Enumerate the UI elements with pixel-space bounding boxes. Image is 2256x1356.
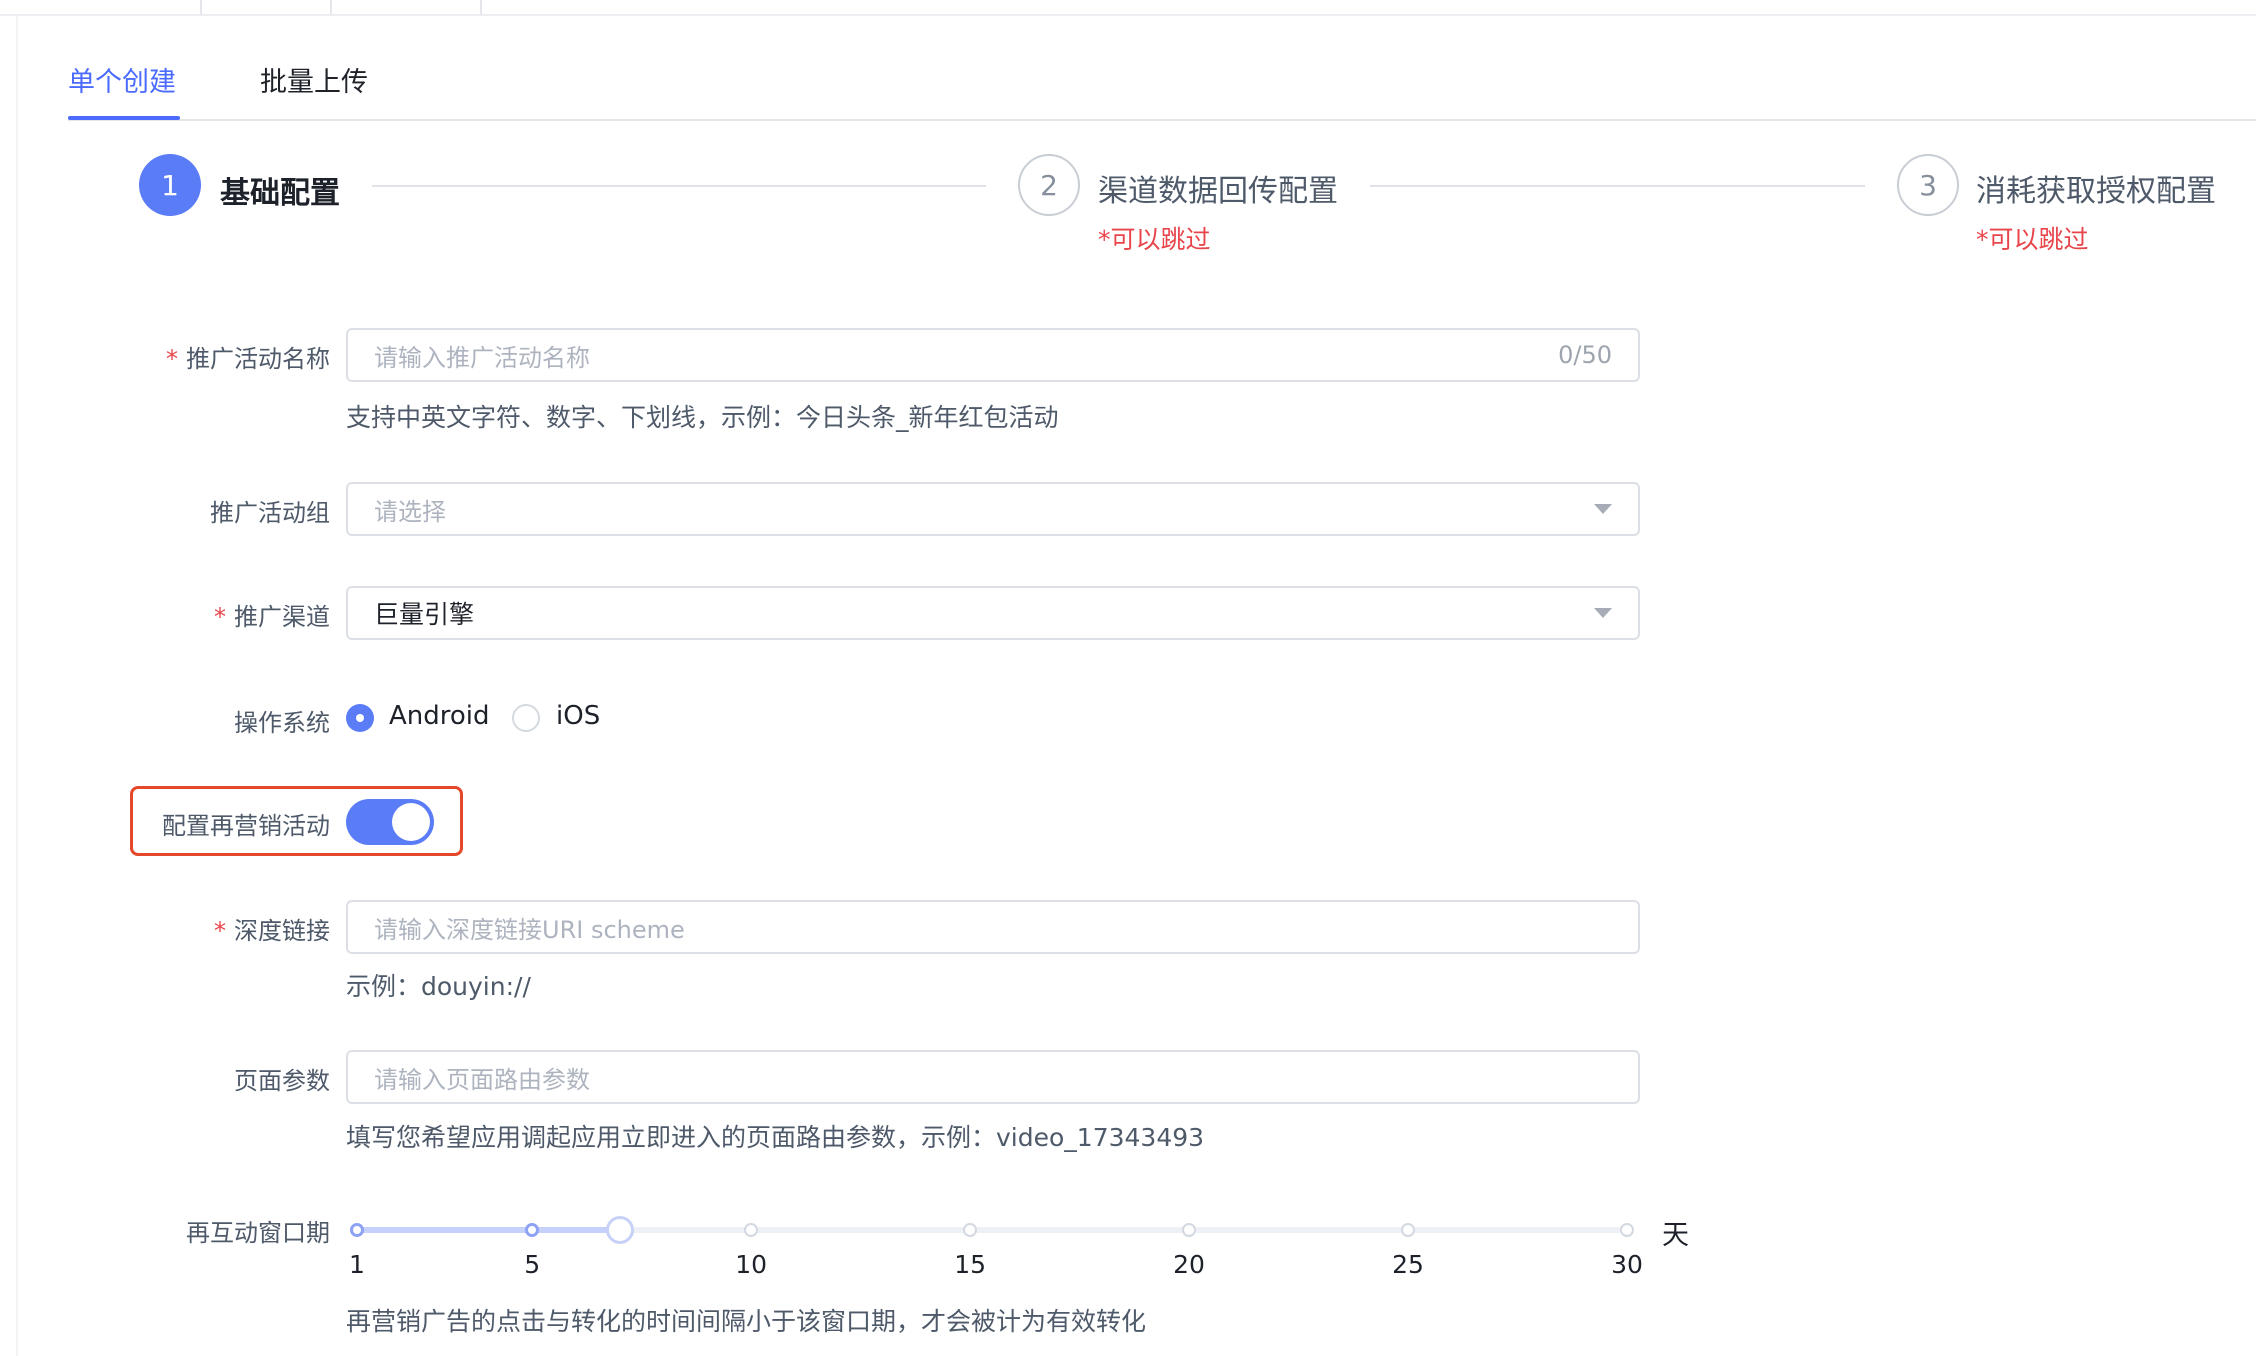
slider-stop-dot[interactable] xyxy=(963,1223,978,1237)
step-connector xyxy=(1370,185,1865,187)
slider-mark-label: 30 xyxy=(1611,1250,1643,1279)
radio-android[interactable] xyxy=(346,704,374,732)
content-left-border xyxy=(16,16,18,1356)
campaign-group-select[interactable]: 请选择 xyxy=(346,482,1640,536)
window-period-label: 再互动窗口期 xyxy=(186,1219,330,1247)
step-1-circle: 1 xyxy=(139,154,201,216)
top-tab-divider xyxy=(480,0,482,14)
top-tab-divider xyxy=(330,0,332,14)
page-params-placeholder: 请输入页面路由参数 xyxy=(374,1065,590,1094)
top-tab-divider xyxy=(200,0,202,14)
deep-link-hint: 示例：douyin:// xyxy=(346,972,531,1001)
tab-batch-upload[interactable]: 批量上传 xyxy=(260,60,368,99)
slider-mark-label: 25 xyxy=(1392,1250,1424,1279)
step-3-skip-note: *可以跳过 xyxy=(1976,225,2089,254)
slider-mark-label: 5 xyxy=(524,1250,541,1279)
radio-android-label[interactable]: Android xyxy=(389,701,490,731)
slider-stop-dot[interactable] xyxy=(1182,1223,1197,1237)
step-3-title: 消耗获取授权配置 xyxy=(1976,174,2216,209)
campaign-name-input[interactable]: 请输入推广活动名称 0/50 xyxy=(346,328,1640,382)
deep-link-label: * 深度链接 xyxy=(214,917,330,945)
remarketing-label: 配置再营销活动 xyxy=(162,812,330,840)
radio-ios-label[interactable]: iOS xyxy=(556,701,600,731)
slider-mark-label: 1 xyxy=(349,1250,365,1279)
slider-stop-dot[interactable] xyxy=(744,1223,759,1237)
char-counter: 0/50 xyxy=(1558,341,1612,369)
step-3-circle: 3 xyxy=(1897,154,1959,216)
campaign-name-label: * 推广活动名称 xyxy=(166,345,330,373)
step-2-title: 渠道数据回传配置 xyxy=(1098,174,1338,209)
step-connector xyxy=(372,185,986,187)
toggle-knob xyxy=(392,803,430,841)
slider-fill xyxy=(357,1227,620,1233)
slider-mark-label: 10 xyxy=(735,1250,768,1279)
page-params-input[interactable]: 请输入页面路由参数 xyxy=(346,1050,1640,1104)
page-params-label: 页面参数 xyxy=(234,1067,330,1095)
step-1-title: 基础配置 xyxy=(220,176,340,211)
top-tab-strip xyxy=(0,0,2256,16)
chevron-down-icon xyxy=(1594,504,1612,514)
radio-ios[interactable] xyxy=(512,704,540,732)
tabs-divider xyxy=(68,119,2256,121)
required-asterisk: * xyxy=(166,345,178,373)
slider-handle[interactable] xyxy=(605,1216,634,1244)
os-label: 操作系统 xyxy=(234,709,330,737)
channel-label: * 推广渠道 xyxy=(214,603,330,631)
campaign-group-label: 推广活动组 xyxy=(210,499,330,527)
campaign-group-placeholder: 请选择 xyxy=(374,497,446,526)
chevron-down-icon xyxy=(1594,608,1612,618)
slider-stop-dot[interactable] xyxy=(350,1223,364,1237)
channel-selected-value: 巨量引擎 xyxy=(374,600,475,629)
slider-stop-dot[interactable] xyxy=(525,1223,540,1237)
deep-link-input[interactable]: 请输入深度链接URI scheme xyxy=(346,900,1640,954)
required-asterisk: * xyxy=(214,603,226,631)
step-2-skip-note: *可以跳过 xyxy=(1098,225,1211,254)
active-tab-indicator xyxy=(68,116,180,120)
slider-mark-label: 20 xyxy=(1173,1250,1205,1279)
slider-stop-dot[interactable] xyxy=(1620,1223,1634,1237)
channel-select[interactable]: 巨量引擎 xyxy=(346,586,1640,640)
campaign-name-hint: 支持中英文字符、数字、下划线，示例：今日头条_新年红包活动 xyxy=(346,403,1059,432)
tab-single-create[interactable]: 单个创建 xyxy=(68,60,176,99)
slider-stop-dot[interactable] xyxy=(1401,1223,1416,1237)
campaign-name-placeholder: 请输入推广活动名称 xyxy=(374,343,590,372)
remarketing-toggle[interactable] xyxy=(346,799,434,845)
slider-mark-label: 15 xyxy=(954,1250,986,1279)
page-params-hint: 填写您希望应用调起应用立即进入的页面路由参数，示例：video_17343493 xyxy=(346,1123,1205,1152)
window-unit: 天 xyxy=(1662,1220,1689,1251)
required-asterisk: * xyxy=(214,917,226,945)
deep-link-placeholder: 请输入深度链接URI scheme xyxy=(374,915,685,944)
step-2-circle: 2 xyxy=(1018,154,1080,216)
window-period-hint: 再营销广告的点击与转化的时间间隔小于该窗口期，才会被计为有效转化 xyxy=(346,1307,1147,1336)
